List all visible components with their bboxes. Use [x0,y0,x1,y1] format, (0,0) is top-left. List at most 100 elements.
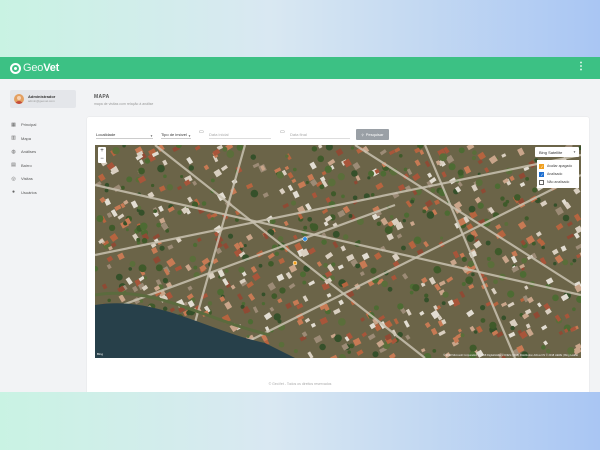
tree [372,351,379,358]
checkbox[interactable] [539,163,544,169]
page-title: MAPA [94,94,110,100]
calendar-icon[interactable]: ▭ [280,129,287,136]
user-profile[interactable]: Administrador admin@geovet.com [10,90,76,108]
top-bar: GeoVet ⋮ [0,57,600,79]
layer-label: Analisado [547,172,563,176]
avaliar-marker [292,260,298,266]
tree [337,173,345,181]
sidebar-item-usuarios[interactable]: ● Usuários [11,186,37,200]
tree [307,216,313,222]
tree [387,286,393,292]
tree [129,261,136,268]
tree [424,293,429,298]
sidebar-item-mapa[interactable]: ▥ Mapa [11,132,37,146]
tree [373,305,379,311]
tree [330,191,337,197]
tree [128,267,133,271]
map-icon: ▥ [11,135,16,142]
tree [338,318,346,326]
layer-item-analisado[interactable]: Analisado [539,170,577,178]
tree [532,187,538,193]
tree [432,348,437,353]
tree [144,276,148,280]
checkbox[interactable] [539,179,544,185]
tree [461,256,467,262]
tree [541,345,546,350]
analisado-marker [302,236,308,242]
tree [471,272,475,277]
tree [507,290,515,298]
tree [210,178,215,183]
tree [487,261,495,269]
tree [440,236,444,240]
tree [546,348,551,354]
sidebar: Administrador admin@geovet.com ▦ Princip… [0,79,80,392]
calendar-icon[interactable]: ▭ [199,129,206,136]
tree [177,210,182,215]
tree [305,180,309,184]
sidebar-nav: ▦ Principal ▥ Mapa ◍ Análises ▤ Bairro ◎… [11,118,37,199]
tree [311,146,318,152]
data-final-input[interactable]: Data final [290,131,350,139]
data-inicial-input[interactable]: Data inicial [209,131,271,139]
tree [136,237,141,242]
tree [291,200,297,206]
zoom-in-button[interactable]: + [98,147,106,155]
tree [274,251,280,257]
tree [126,176,133,183]
tree [279,287,286,294]
tree [493,279,498,285]
map-attribution[interactable]: © 2018 Microsoft Corporation © 2018 Digi… [443,354,578,357]
chevron-down-icon: ▼ [573,150,576,154]
tree [562,214,570,222]
tree [153,209,158,214]
tree [430,188,436,193]
tree [461,281,466,287]
sidebar-item-visitas[interactable]: ◎ Visitas [11,172,37,186]
layer-item-avaliar[interactable]: Avaliar apagado [539,162,577,170]
zoom-control: + − [98,147,106,163]
layer-item-nao-analisado[interactable]: Não analisado [539,178,577,186]
tree [217,288,224,296]
tree [494,183,501,190]
checkbox[interactable] [539,171,544,177]
tree [331,262,336,267]
tree [319,184,325,190]
tree [494,247,503,256]
localidade-label: Localidade [96,132,116,137]
tree [156,222,162,228]
tree [157,164,165,173]
chevron-down-icon: ▼ [188,134,191,138]
sidebar-item-analises[interactable]: ◍ Análises [11,145,37,159]
tree [376,221,382,227]
search-icon: ⚲ [361,132,364,137]
sidebar-item-principal[interactable]: ▦ Principal [11,118,37,132]
satellite-map[interactable]: + − Bing Satellite ▼ Avaliar apagado Ana… [95,145,581,358]
tree [165,229,170,233]
tree [155,264,163,272]
search-button[interactable]: ⚲ Pesquisar [356,129,389,140]
tree [261,292,266,297]
tree [485,240,491,246]
layer-panel: Bing Satellite ▼ Avaliar apagado Analisa… [535,147,579,188]
layer-label: Avaliar apagado [547,164,573,168]
tree [226,150,235,158]
app-logo[interactable]: GeoVet [10,62,59,74]
tree [327,178,336,187]
sidebar-item-bairro[interactable]: ▤ Bairro [11,159,37,173]
tree [227,233,234,239]
tipo-imovel-select[interactable]: Tipo de imóvel ▼ [161,131,191,139]
filter-bar: Localidade ▼ Tipo de imóvel ▼ ▭ Data ini… [87,117,589,141]
zoom-out-button[interactable]: − [98,155,106,163]
localidade-select[interactable]: Localidade ▼ [96,131,153,139]
tree [137,205,142,210]
map-imagery[interactable] [95,145,581,358]
tree [141,237,148,244]
base-layer-select[interactable]: Bing Satellite ▼ [535,147,579,157]
tree [514,194,521,201]
tree [268,260,274,267]
tree [243,244,247,248]
tree [572,307,576,312]
more-vert-icon[interactable]: ⋮ [576,61,586,72]
tree [460,333,465,338]
